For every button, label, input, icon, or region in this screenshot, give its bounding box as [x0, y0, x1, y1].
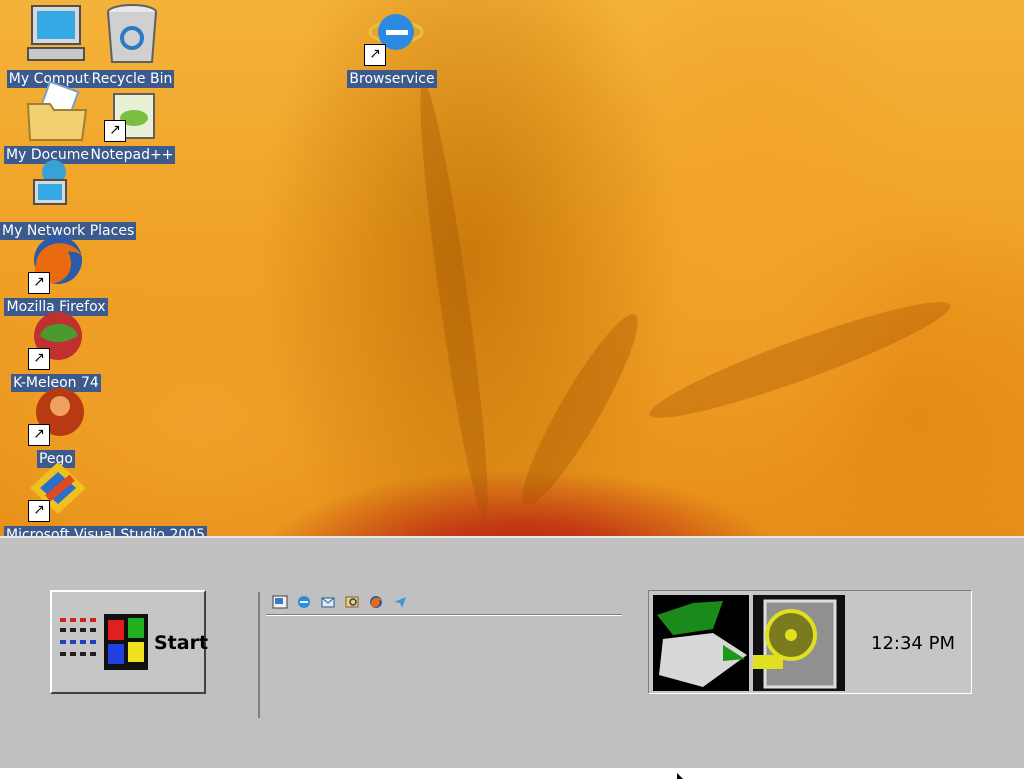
visual-studio-icon-item[interactable]: ↗ Microsoft Visual Studio 2005 [4, 458, 208, 536]
firefox-icon[interactable] [366, 592, 386, 612]
notepad-plus-plus-icon-item[interactable]: ↗ Notepad++ [80, 78, 184, 164]
toolbar-separator [266, 614, 622, 616]
shortcut-arrow-icon: ↗ [104, 120, 126, 142]
start-button[interactable]: Start [50, 590, 209, 694]
visual-studio-icon: ↗ [24, 458, 88, 522]
shortcut-arrow-icon: ↗ [28, 272, 50, 294]
my-network-places-icon-item[interactable]: My Network Places [0, 154, 137, 240]
mozilla-firefox-icon-item[interactable]: ↗ Mozilla Firefox [4, 230, 108, 316]
pego-icon: ↗ [24, 382, 88, 446]
messenger-icon[interactable] [390, 592, 410, 612]
browservice-icon-item[interactable]: ↗ Browservice [340, 2, 444, 88]
network-status-icon[interactable] [653, 595, 749, 691]
system-tray: 12:34 PM [648, 590, 972, 694]
outlook-express-icon[interactable] [318, 592, 338, 612]
shortcut-arrow-icon: ↗ [364, 44, 386, 66]
shortcut-arrow-icon: ↗ [28, 500, 50, 522]
icon-label: Microsoft Visual Studio 2005 [4, 526, 208, 536]
shortcut-arrow-icon: ↗ [28, 348, 50, 370]
hard-drive-icon[interactable] [753, 595, 845, 691]
windows-logo-icon [58, 610, 150, 674]
firefox-icon: ↗ [24, 230, 88, 294]
recycle-bin-icon [100, 2, 164, 66]
start-label: Start [154, 632, 209, 654]
mouse-cursor [677, 764, 683, 779]
desktop-wallpaper: My Computer Recycle Bin ↗ Browservice My… [0, 0, 1024, 536]
my-network-places-icon [20, 154, 84, 218]
clock[interactable]: 12:34 PM [871, 633, 955, 654]
pego-icon-item[interactable]: ↗ Pego [4, 382, 108, 468]
shortcut-arrow-icon: ↗ [28, 424, 50, 446]
taskbar: Start 12:34 PM [0, 536, 1024, 779]
k-meleon-icon-item[interactable]: ↗ K-Meleon 74 [4, 306, 108, 392]
notepad-plus-plus-icon: ↗ [100, 78, 164, 142]
petal-shadow [642, 286, 958, 434]
internet-explorer-icon: ↗ [360, 2, 424, 66]
recycle-bin-icon-item[interactable]: Recycle Bin [80, 2, 184, 88]
my-computer-icon [24, 2, 88, 66]
internet-explorer-icon[interactable] [294, 592, 314, 612]
my-documents-icon [24, 78, 88, 142]
petal-shadow [409, 80, 499, 520]
petal-shadow [507, 304, 653, 516]
windows-explorer-icon[interactable] [342, 592, 362, 612]
quick-launch-toolbar [258, 592, 622, 718]
quick-launch-row [270, 592, 410, 614]
show-desktop-icon[interactable] [270, 592, 290, 612]
icon-label: Browservice [347, 70, 437, 88]
k-meleon-icon: ↗ [24, 306, 88, 370]
